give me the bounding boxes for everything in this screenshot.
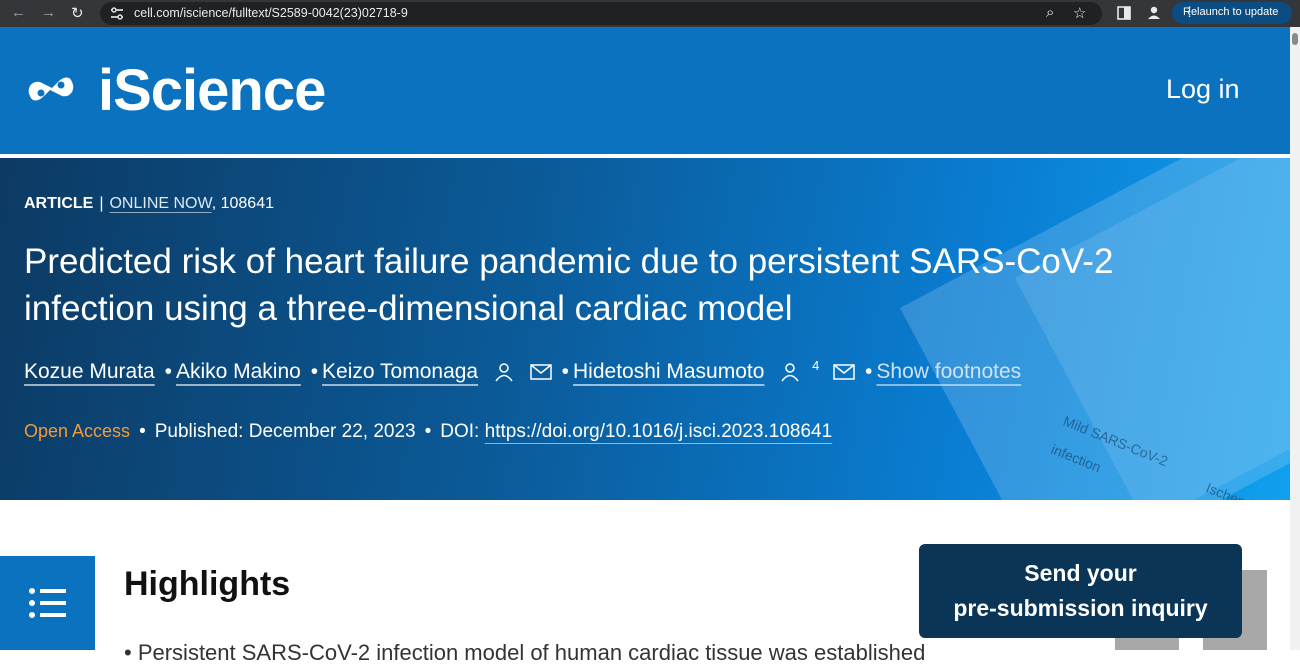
author-link[interactable]: Kozue Murata: [24, 360, 155, 383]
pre-submission-inquiry-button[interactable]: Send your pre-submission inquiry: [919, 544, 1242, 638]
publication-info: Open Access • Published: December 22, 2023…: [24, 421, 833, 442]
reload-icon[interactable]: ↻: [71, 4, 84, 22]
article-type: ARTICLE: [24, 195, 94, 212]
table-of-contents-button[interactable]: [0, 556, 95, 650]
article-title: Predicted risk of heart failure pandemic…: [24, 242, 1114, 328]
address-bar[interactable]: cell.com/iscience/fulltext/S2589-0042(23…: [100, 2, 1102, 25]
author-link[interactable]: Hidetoshi Masumoto: [573, 360, 764, 383]
author-profile-icon[interactable]: [494, 362, 514, 382]
site-settings-icon[interactable]: [110, 7, 124, 20]
highlight-first-line: • Persistent SARS-CoV-2 infection model …: [124, 640, 926, 665]
list-icon: [29, 588, 66, 618]
email-icon[interactable]: [530, 364, 552, 381]
doi-link[interactable]: https://doi.org/10.1016/j.isci.2023.1086…: [485, 421, 833, 442]
url-text: cell.com/iscience/fulltext/S2589-0042(23…: [134, 6, 408, 20]
inquiry-line2: pre-submission inquiry: [953, 595, 1208, 621]
menu-dots-icon: ⋮: [1183, 4, 1196, 19]
back-arrow-icon[interactable]: ←: [11, 4, 26, 21]
iscience-logo-icon[interactable]: [24, 62, 78, 116]
page-scrollbar[interactable]: [1290, 27, 1300, 650]
article-meta: ARTICLE | ONLINE NOW, 108641: [24, 195, 274, 212]
login-link[interactable]: Log in: [1166, 74, 1240, 105]
online-now-link[interactable]: ONLINE NOW: [109, 195, 211, 212]
forward-arrow-icon[interactable]: →: [41, 4, 56, 21]
relaunch-button[interactable]: Relaunch to update ⋮: [1172, 2, 1292, 24]
profile-icon[interactable]: [1146, 5, 1162, 21]
highlights-heading: Highlights: [124, 565, 291, 603]
show-footnotes-link[interactable]: Show footnotes: [876, 360, 1021, 383]
browser-toolbar: ← → ↻ cell.com/iscience/fulltext/S2589-0…: [0, 0, 1300, 27]
author-profile-icon[interactable]: [780, 362, 800, 382]
article-hero: Mild SARS-CoV-2 infection Ischemi ARTICL…: [0, 158, 1290, 500]
zoom-icon[interactable]: ⌕: [1046, 4, 1054, 21]
site-header: iScience Log in: [0, 27, 1290, 154]
site-logo-text[interactable]: iScience: [98, 57, 326, 124]
article-number: , 108641: [211, 195, 274, 212]
bookmark-star-icon[interactable]: ☆: [1073, 4, 1086, 22]
published-date: December 22, 2023: [248, 421, 416, 442]
inquiry-line1: Send your: [1024, 560, 1137, 586]
footnote-superscript[interactable]: 4: [812, 358, 819, 373]
published-label: Published:: [154, 421, 244, 442]
author-link[interactable]: Keizo Tomonaga: [322, 360, 478, 383]
email-icon[interactable]: [833, 364, 855, 381]
side-panel-icon[interactable]: [1117, 6, 1131, 20]
open-access-badge[interactable]: Open Access: [24, 421, 130, 441]
doi-label: DOI:: [440, 421, 480, 442]
author-list: Kozue Murata • Akiko Makino • Keizo Tomona…: [24, 358, 1022, 383]
author-link[interactable]: Akiko Makino: [176, 360, 301, 383]
